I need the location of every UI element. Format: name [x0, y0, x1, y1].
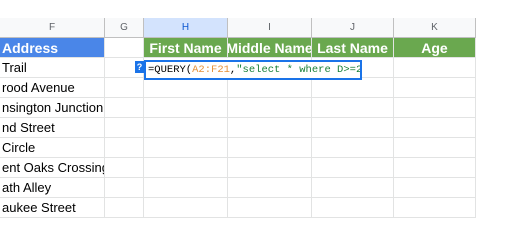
empty-cell[interactable]	[144, 138, 228, 158]
empty-cell[interactable]	[144, 178, 228, 198]
empty-cell[interactable]	[144, 98, 228, 118]
address-cell[interactable]: rood Avenue	[0, 78, 105, 98]
address-header-cell[interactable]: Address	[0, 38, 105, 58]
empty-cell[interactable]	[228, 158, 312, 178]
empty-cell[interactable]	[394, 198, 476, 218]
address-cell[interactable]: nsington Junction	[0, 98, 105, 118]
column-header-i[interactable]: I	[228, 18, 312, 38]
column-header-h[interactable]: H	[144, 18, 228, 38]
empty-cell[interactable]	[105, 198, 144, 218]
empty-cell[interactable]	[312, 98, 394, 118]
column-header-g[interactable]: G	[105, 18, 144, 38]
empty-cell[interactable]	[144, 158, 228, 178]
age-header-cell[interactable]: Age	[394, 38, 476, 58]
empty-cell[interactable]	[228, 138, 312, 158]
empty-cell[interactable]	[144, 118, 228, 138]
empty-cell[interactable]	[312, 158, 394, 178]
address-cell[interactable]: Circle	[0, 138, 105, 158]
empty-cell[interactable]	[228, 78, 312, 98]
address-cell[interactable]: ath Alley	[0, 178, 105, 198]
empty-cell[interactable]	[312, 118, 394, 138]
formula-prefix: =QUERY(	[148, 64, 193, 76]
formula-query-string: "select * where D>=22"	[236, 64, 362, 76]
empty-cell[interactable]	[105, 78, 144, 98]
empty-cell[interactable]	[394, 98, 476, 118]
first-name-header-cell[interactable]: First Name	[144, 38, 228, 58]
empty-cell[interactable]	[394, 78, 476, 98]
empty-cell[interactable]	[105, 38, 144, 58]
empty-cell[interactable]	[105, 98, 144, 118]
last-name-header-cell[interactable]: Last Name	[312, 38, 394, 58]
empty-cell[interactable]	[312, 198, 394, 218]
address-cell[interactable]: ent Oaks Crossing	[0, 158, 105, 178]
spreadsheet-grid: F G H I J K Address First Name Middle Na…	[0, 0, 512, 218]
empty-cell[interactable]	[144, 78, 228, 98]
active-formula-cell[interactable]: =QUERY(A2:F21,"select * where D>=22")	[144, 60, 362, 80]
empty-cell[interactable]	[105, 118, 144, 138]
empty-cell[interactable]	[105, 138, 144, 158]
empty-cell[interactable]	[228, 98, 312, 118]
column-header-k[interactable]: K	[394, 18, 476, 38]
empty-cell[interactable]	[105, 158, 144, 178]
address-cell[interactable]: nd Street	[0, 118, 105, 138]
empty-cell[interactable]	[312, 138, 394, 158]
formula-range-ref: A2:F21	[192, 64, 230, 76]
middle-name-header-cell[interactable]: Middle Name	[228, 38, 312, 58]
empty-cell[interactable]	[105, 178, 144, 198]
empty-cell[interactable]	[394, 118, 476, 138]
empty-cell[interactable]	[312, 78, 394, 98]
empty-cell[interactable]	[394, 58, 476, 78]
empty-cell[interactable]	[228, 198, 312, 218]
empty-cell[interactable]	[394, 178, 476, 198]
empty-cell[interactable]	[228, 178, 312, 198]
formula-help-icon[interactable]: ?	[135, 61, 144, 73]
address-cell[interactable]: Trail	[0, 58, 105, 78]
column-header-j[interactable]: J	[312, 18, 394, 38]
column-header-f[interactable]: F	[0, 18, 105, 38]
empty-cell[interactable]	[394, 158, 476, 178]
empty-cell[interactable]	[394, 138, 476, 158]
address-cell[interactable]: aukee Street	[0, 198, 105, 218]
empty-cell[interactable]	[228, 118, 312, 138]
empty-cell[interactable]	[144, 198, 228, 218]
empty-cell[interactable]	[312, 178, 394, 198]
